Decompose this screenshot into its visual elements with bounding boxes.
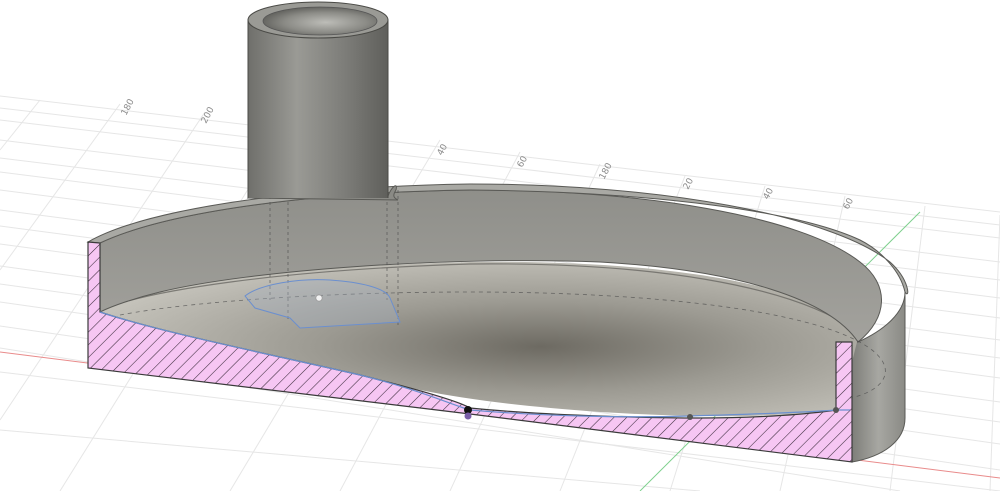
- bowl-floor-surface: [100, 261, 860, 417]
- spline-point[interactable]: [833, 407, 839, 413]
- grid-label: 180: [120, 97, 137, 117]
- 3d-viewport[interactable]: 180 200 40 60 180 20 40 60: [0, 0, 1000, 491]
- spline-point[interactable]: [464, 412, 472, 420]
- neck-cylinder: [248, 20, 388, 198]
- spline-point[interactable]: [687, 414, 693, 420]
- sectioned-bowl-body[interactable]: [86, 1, 909, 463]
- model-canvas[interactable]: 180 200 40 60 180 20 40 60: [0, 0, 1000, 491]
- neck-bore: [262, 6, 378, 36]
- grid-label: 40: [436, 142, 450, 157]
- sketch-center-point[interactable]: [315, 294, 323, 302]
- grid-label: 200: [200, 105, 217, 125]
